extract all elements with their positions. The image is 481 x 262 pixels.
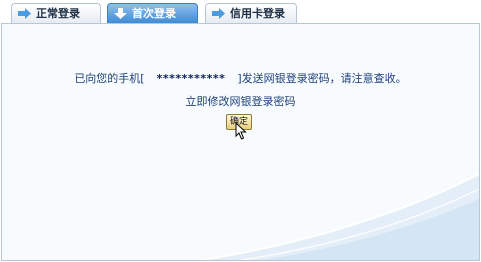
sms-sent-message: 已向您的手机[ *********** ]发送网银登录密码，请注意查收。	[2, 70, 479, 86]
tab-credit-card-login-label: 信用卡登录	[230, 7, 285, 20]
first-login-panel: 已向您的手机[ *********** ]发送网银登录密码，请注意查收。 立即修改网…	[1, 23, 480, 261]
arrow-down-icon	[114, 8, 127, 19]
tab-first-login-label: 首次登录	[132, 7, 176, 20]
message-prefix: 已向您的手机[	[74, 72, 145, 85]
tab-credit-card-login[interactable]: 信用卡登录	[205, 3, 297, 23]
mouse-pointer-icon	[235, 122, 247, 140]
arrow-right-icon	[212, 8, 225, 19]
tab-first-login[interactable]: 首次登录	[107, 3, 198, 23]
login-tab-bar: 正常登录 首次登录 信用卡登录	[0, 0, 481, 24]
tab-normal-login[interactable]: 正常登录	[11, 3, 101, 23]
change-password-link[interactable]: 立即修改网银登录密码	[2, 93, 479, 109]
message-suffix: ]发送网银登录密码，请注意查收。	[237, 72, 407, 85]
tab-normal-login-label: 正常登录	[36, 7, 80, 20]
arrow-right-icon	[18, 8, 31, 19]
decorative-swoosh	[201, 173, 479, 260]
login-window: 正常登录 首次登录 信用卡登录 已向您的手机[ *********** ]发送网银登…	[0, 0, 481, 262]
masked-phone-number: ***********	[156, 72, 226, 85]
